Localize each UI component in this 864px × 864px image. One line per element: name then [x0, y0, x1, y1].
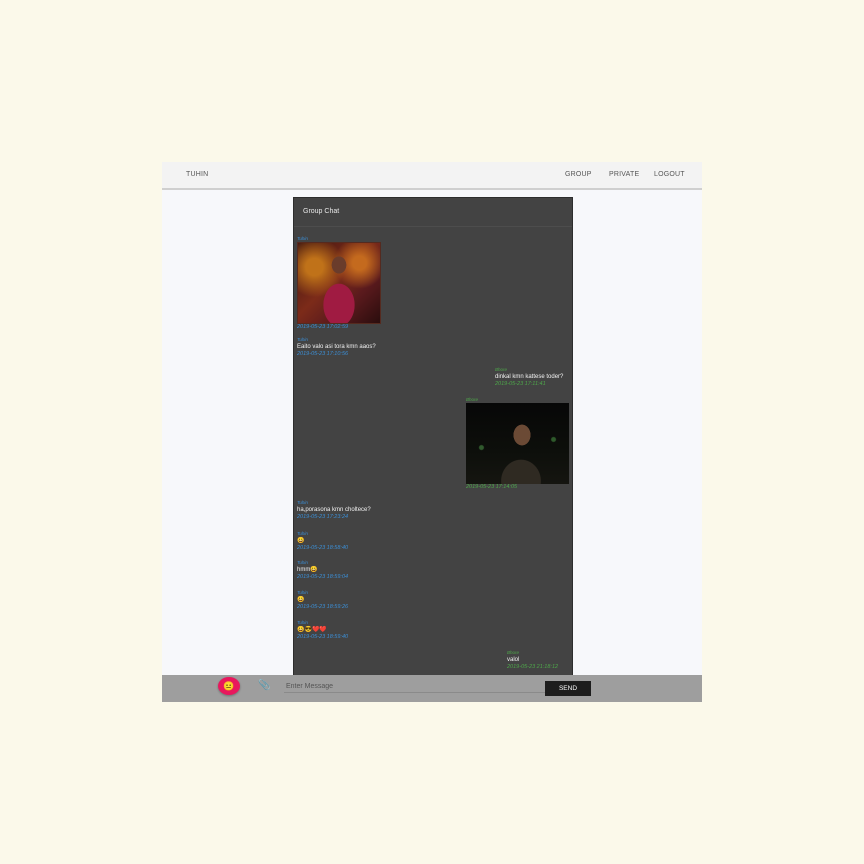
message-item: Tuhin 😀😎❤️❤️ 2019-05-23 18:59:40	[297, 620, 348, 641]
attachment-icon[interactable]: 📎	[258, 680, 270, 691]
message-time: 2019-05-23 21:18:12	[507, 664, 559, 670]
message-time: 2019-05-23 17:02:59	[297, 324, 349, 330]
brand-name[interactable]: TUHIN	[186, 171, 208, 178]
message-item: Tuhin 😀 2019-05-23 18:59:26	[297, 590, 348, 611]
message-item: Tuhin 2019-05-23 17:02:59	[297, 236, 381, 331]
message-text: valol	[507, 657, 520, 663]
message-time: 2019-05-23 17:14:05	[466, 484, 518, 490]
message-item: Bhore dinkal kmn kattese toder? 2019-05-…	[495, 367, 563, 388]
message-text: dinkal kmn kattese toder?	[495, 374, 564, 380]
message-text: hmm😀	[297, 567, 318, 573]
message-text: ha,porasona kmn choltece?	[297, 507, 371, 513]
shared-photo[interactable]	[466, 403, 569, 484]
message-text: 😀😎❤️❤️	[297, 627, 327, 633]
message-time: 2019-05-23 18:59:26	[297, 604, 349, 610]
message-text: 😀	[297, 538, 305, 544]
message-time: 2019-05-23 17:10:56	[297, 351, 349, 357]
emoji-button[interactable]: 😐	[218, 677, 240, 695]
nav-link-private[interactable]: PRIVATE	[609, 171, 639, 178]
message-text: Eaito valo asi tora kmn aaos?	[297, 344, 376, 350]
message-text: 😀	[297, 597, 305, 603]
message-item: Bhore valol 2019-05-23 21:18:12	[507, 650, 558, 671]
navbar: TUHIN GROUP PRIVATE LOGOUT	[162, 162, 702, 190]
message-time: 2019-05-23 18:59:40	[297, 634, 349, 640]
nav-link-group[interactable]: GROUP	[565, 171, 592, 178]
message-composer: 😐 📎 SEND	[162, 675, 702, 702]
chat-panel: Group Chat Tuhin 2019-05-23 17:02:59 Tuh…	[293, 197, 573, 679]
message-time: 2019-05-23 17:23:24	[297, 514, 349, 520]
chat-header: Group Chat	[294, 198, 572, 227]
nav-link-logout[interactable]: LOGOUT	[654, 171, 685, 178]
app-window: TUHIN GROUP PRIVATE LOGOUT Group Chat Tu…	[162, 162, 702, 702]
chat-title: Group Chat	[303, 208, 340, 215]
shared-photo[interactable]	[297, 242, 381, 324]
message-input[interactable]	[284, 680, 546, 693]
message-item: Bhore 2019-05-23 17:14:05	[466, 397, 569, 491]
send-button[interactable]: SEND	[545, 681, 591, 696]
message-time: 2019-05-23 18:58:40	[297, 545, 349, 551]
message-item: Tuhin ha,porasona kmn choltece? 2019-05-…	[297, 500, 371, 521]
message-time: 2019-05-23 17:11:41	[495, 381, 546, 387]
emoji-icon: 😐	[223, 681, 235, 691]
message-item: Tuhin hmm😀 2019-05-23 18:59:04	[297, 560, 348, 581]
message-item: Tuhin Eaito valo asi tora kmn aaos? 2019…	[297, 337, 376, 358]
message-time: 2019-05-23 18:59:04	[297, 574, 349, 580]
message-item: Tuhin 😀 2019-05-23 18:58:40	[297, 531, 348, 552]
